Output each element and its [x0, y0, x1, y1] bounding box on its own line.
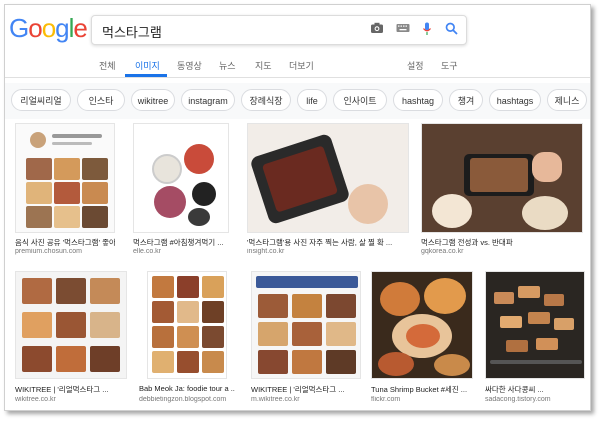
tab-all[interactable]: 전체 [99, 59, 116, 72]
chip[interactable]: wikitree [131, 89, 175, 111]
image-result[interactable]: '먹스타그램'용 사진 자주 찍는 사람, 살 찔 확 ... insight.… [247, 123, 409, 263]
result-thumbnail[interactable] [421, 123, 583, 233]
image-result[interactable]: 싸다한 사다콩씨 ... sadacong.tistory.com [485, 271, 585, 409]
microphone-icon[interactable] [420, 22, 434, 36]
logo-letter: o [28, 13, 43, 43]
tab-more[interactable]: 더보기 [289, 59, 314, 72]
chip[interactable]: 인스타 [77, 89, 125, 111]
result-thumbnail[interactable] [15, 271, 127, 379]
result-caption: WIKITREE | '리얼먹스타그 ... [15, 385, 109, 394]
result-thumbnail[interactable] [251, 271, 361, 379]
result-caption: '먹스타그램'용 사진 자주 찍는 사람, 살 찔 확 ... [247, 238, 393, 247]
search-icon[interactable] [444, 22, 458, 36]
search-tabs: 전체 이미지 동영상 뉴스 지도 더보기 설정 도구 [5, 53, 590, 78]
chip[interactable]: hashtag [393, 89, 443, 111]
result-thumbnail[interactable] [371, 271, 473, 379]
search-input[interactable]: 먹스타그램 [102, 22, 162, 41]
result-source: flickr.com [371, 396, 401, 403]
tab-settings[interactable]: 설정 [407, 59, 424, 72]
logo-letter: g [55, 13, 70, 43]
logo-letter: o [41, 13, 57, 43]
result-source: m.wikitree.co.kr [251, 396, 300, 403]
image-result[interactable]: 음식 사진 공유 '먹스타그램' 좋아 ... premium.chosun.c… [15, 123, 115, 263]
logo-letter: G [9, 13, 29, 43]
result-thumbnail[interactable] [133, 123, 229, 233]
result-caption: 싸다한 사다콩씨 ... [485, 385, 544, 394]
image-result[interactable]: 먹스타그램 전성과 vs. 반대파 gqkorea.co.kr [421, 123, 583, 263]
browser-frame: Google 먹스타그램 전체 이미지 동영상 뉴스 지도 더보기 설정 도구 … [4, 4, 591, 411]
result-caption: 음식 사진 공유 '먹스타그램' 좋아 ... [15, 238, 115, 247]
result-source: wikitree.co.kr [15, 396, 56, 403]
result-thumbnail[interactable] [485, 271, 585, 379]
tab-news[interactable]: 뉴스 [219, 59, 236, 72]
result-source: debbietingzon.blogspot.com [139, 396, 227, 403]
camera-icon[interactable] [370, 22, 384, 36]
result-source: gqkorea.co.kr [421, 248, 464, 255]
search-box[interactable]: 먹스타그램 [91, 15, 467, 45]
logo-letter: e [73, 13, 88, 43]
result-thumbnail[interactable] [15, 123, 115, 233]
tab-videos[interactable]: 동영상 [177, 59, 202, 72]
result-caption: 먹스타그램 #아침챙겨먹기 ... [133, 238, 224, 247]
chip[interactable]: hashtags [489, 89, 541, 111]
image-result[interactable]: WIKITREE | '리얼먹스타그 ... wikitree.co.kr [15, 271, 127, 409]
image-result[interactable]: Tuna Shrimp Bucket #세진 ... flickr.com [371, 271, 473, 409]
chip[interactable]: instagram [181, 89, 235, 111]
chip[interactable]: 장례식장 [241, 89, 291, 111]
result-caption: Bab Meok Ja: foodie tour a ... [139, 384, 235, 393]
related-chips-bar: 리얼씨리얼 인스타 wikitree instagram 장례식장 life 인… [5, 83, 590, 119]
keyboard-icon[interactable] [396, 22, 410, 36]
tab-tools[interactable]: 도구 [441, 59, 458, 72]
chip[interactable]: life [297, 89, 327, 111]
chip[interactable]: 인사이트 [333, 89, 387, 111]
result-caption: WIKITREE | '리얼먹스타그 ... [251, 385, 345, 394]
result-source: insight.co.kr [247, 248, 285, 255]
result-caption: 먹스타그램 전성과 vs. 반대파 [421, 238, 513, 247]
image-result[interactable]: Bab Meok Ja: foodie tour a ... debbietin… [139, 271, 235, 409]
tab-images[interactable]: 이미지 [135, 59, 160, 72]
chip[interactable]: 챙겨 [449, 89, 483, 111]
image-result[interactable]: WIKITREE | '리얼먹스타그 ... m.wikitree.co.kr [251, 271, 361, 409]
image-result[interactable]: 먹스타그램 #아침챙겨먹기 ... elle.co.kr [133, 123, 229, 263]
tab-maps[interactable]: 지도 [255, 59, 272, 72]
result-caption: Tuna Shrimp Bucket #세진 ... [371, 385, 468, 394]
chip[interactable]: 리얼씨리얼 [11, 89, 71, 111]
chip[interactable]: 제니스 [547, 89, 587, 111]
result-thumbnail[interactable] [247, 123, 409, 233]
result-source: premium.chosun.com [15, 248, 82, 255]
google-logo[interactable]: Google [9, 13, 88, 44]
result-source: elle.co.kr [133, 248, 162, 255]
result-source: sadacong.tistory.com [485, 396, 551, 403]
result-thumbnail[interactable] [147, 271, 227, 379]
active-tab-indicator [125, 74, 167, 77]
